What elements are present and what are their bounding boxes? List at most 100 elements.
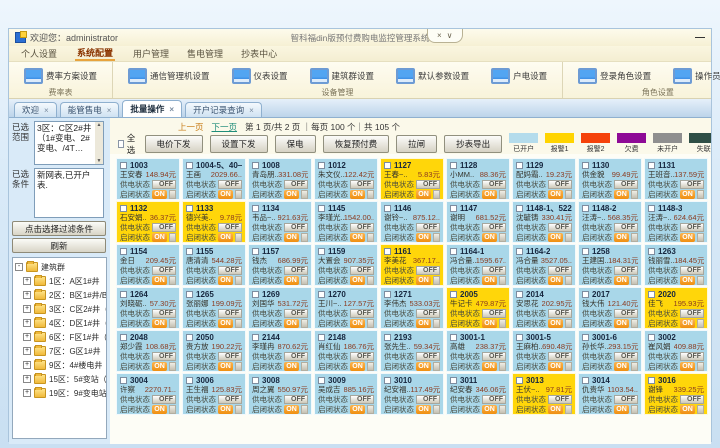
supply-status-value[interactable]: OFF [218, 180, 242, 189]
meter-card-3008[interactable]: 3008 周之翼 550.97元 供电状态 OFF 启闭状态 ON [248, 373, 312, 415]
card-checkbox[interactable] [450, 248, 457, 255]
action-button-6[interactable]: 抄表导出 [444, 135, 502, 153]
meter-card-3001-6[interactable]: 3001-6 孙长华.. 293.15元 供电状态 OFF 启闭状态 ON [578, 330, 642, 372]
meter-card-3004[interactable]: 3004 许察 2270.71.. 供电状态 OFF 启闭状态 ON [116, 373, 180, 415]
switch-status-on-badge[interactable]: ON [152, 233, 167, 242]
supply-status-value[interactable]: OFF [614, 395, 638, 404]
card-checkbox[interactable] [384, 377, 391, 384]
meter-card-1134[interactable]: 1134 韦品~.. 921.63元 供电状态 OFF 启闭状态 ON [248, 201, 312, 243]
switch-status-on-badge[interactable]: ON [152, 276, 167, 285]
switch-status-on-badge[interactable]: ON [284, 276, 299, 285]
tree-item-7[interactable]: +9区：4#楼电井（4#楼… [13, 358, 106, 372]
meter-card-3013[interactable]: 3013 王伏~.. 97.81元 供电状态 OFF 启闭状态 ON [512, 373, 576, 415]
card-checkbox[interactable] [120, 377, 127, 384]
card-checkbox[interactable] [450, 205, 457, 212]
card-checkbox[interactable] [186, 377, 193, 384]
tree-item-1[interactable]: +1区：A区1#井 [13, 274, 106, 288]
meter-card-1271[interactable]: 1271 李伟杰 533.03元 供电状态 OFF 启闭状态 ON [380, 287, 444, 329]
switch-status-on-badge[interactable]: ON [350, 276, 365, 285]
switch-status-on-badge[interactable]: ON [614, 405, 629, 414]
supply-status-value[interactable]: OFF [680, 395, 704, 404]
card-checkbox[interactable] [648, 205, 655, 212]
meter-card-1148-3[interactable]: 1148-3 汪涛~.. 624.64元 供电状态 OFF 启闭状态 ON [644, 201, 708, 243]
meter-card-3010[interactable]: 3010 纪安福.. 117.49元 供电状态 OFF 启闭状态 ON [380, 373, 444, 415]
switch-status-on-badge[interactable]: ON [614, 362, 629, 371]
switch-status-on-badge[interactable]: ON [350, 190, 365, 199]
meter-card-2014[interactable]: 2014 安思花 202.95元 供电状态 OFF 启闭状态 ON [512, 287, 576, 329]
meter-card-1148-2[interactable]: 1148-2 汪涛~.. 568.35元 供电状态 OFF 启闭状态 ON [578, 201, 642, 243]
card-checkbox[interactable] [120, 248, 127, 255]
choose-filter-button[interactable]: 点击选择过滤条件 [12, 221, 106, 236]
card-checkbox[interactable] [252, 334, 259, 341]
meter-card-1130[interactable]: 1130 供金貌 99.49元 供电状态 OFF 启闭状态 ON [578, 158, 642, 200]
meter-card-2005[interactable]: 2005 牛记卡 479.87元 供电状态 OFF 启闭状态 ON [446, 287, 510, 329]
supply-status-value[interactable]: OFF [680, 180, 704, 189]
card-checkbox[interactable] [450, 377, 457, 384]
switch-status-on-badge[interactable]: ON [614, 276, 629, 285]
card-checkbox[interactable] [450, 291, 457, 298]
supply-status-value[interactable]: OFF [350, 395, 374, 404]
card-checkbox[interactable] [648, 162, 655, 169]
supply-status-value[interactable]: OFF [482, 223, 506, 232]
card-checkbox[interactable] [384, 334, 391, 341]
card-checkbox[interactable] [582, 248, 589, 255]
card-checkbox[interactable] [384, 248, 391, 255]
card-checkbox[interactable] [648, 248, 655, 255]
supply-status-value[interactable]: OFF [350, 352, 374, 361]
supply-status-value[interactable]: OFF [548, 223, 572, 232]
close-icon[interactable]: × [249, 106, 254, 115]
supply-status-value[interactable]: OFF [680, 266, 704, 275]
expand-node-icon[interactable]: + [23, 389, 31, 397]
switch-status-on-badge[interactable]: ON [218, 362, 233, 371]
supply-status-value[interactable]: OFF [152, 395, 176, 404]
meter-card-3011[interactable]: 3011 纪安春 346.06元 供电状态 OFF 启闭状态 ON [446, 373, 510, 415]
card-checkbox[interactable] [186, 162, 193, 169]
supply-status-value[interactable]: OFF [284, 395, 308, 404]
card-checkbox[interactable] [186, 248, 193, 255]
selected-range-box[interactable]: 3区：C区2#井（1#变电、2#变电、/4T… [34, 121, 104, 165]
supply-status-value[interactable]: OFF [614, 266, 638, 275]
switch-status-on-badge[interactable]: ON [482, 190, 497, 199]
switch-status-on-badge[interactable]: ON [680, 405, 695, 414]
meter-card-3001-5[interactable]: 3001-5 王麻柏.. 690.48元 供电状态 OFF 启闭状态 ON [512, 330, 576, 372]
switch-status-on-badge[interactable]: ON [482, 362, 497, 371]
action-button-1[interactable]: 电价下发 [145, 135, 203, 153]
doc-tab-4[interactable]: 开户记录查询× [185, 102, 262, 117]
meter-card-2193[interactable]: 2193 张先生.. 59.34元 供电状态 OFF 启闭状态 ON [380, 330, 444, 372]
card-checkbox[interactable] [582, 291, 589, 298]
ribbon-tab-4[interactable]: 售电管理 [187, 47, 223, 60]
switch-status-on-badge[interactable]: ON [548, 362, 563, 371]
ribbon-button-2-1[interactable]: 通信管理机设置 [122, 67, 216, 85]
select-all-wrap[interactable]: 全选 [118, 132, 138, 156]
meter-card-1164-1[interactable]: 1164-1 冯合量.. 1595.67.. 供电状态 OFF 启闭状态 ON [446, 244, 510, 286]
expand-node-icon[interactable]: + [23, 347, 31, 355]
action-button-5[interactable]: 拉闸 [396, 135, 437, 153]
meter-card-1154[interactable]: 1154 金日 209.45元 供电状态 OFF 启闭状态 ON [116, 244, 180, 286]
switch-status-on-badge[interactable]: ON [152, 190, 167, 199]
switch-status-on-badge[interactable]: ON [284, 233, 299, 242]
meter-card-3016[interactable]: 3016 谢锋 339.25元 供电状态 OFF 启闭状态 ON [644, 373, 708, 415]
card-checkbox[interactable] [318, 162, 325, 169]
card-checkbox[interactable] [648, 334, 655, 341]
card-checkbox[interactable] [252, 248, 259, 255]
switch-status-on-badge[interactable]: ON [416, 362, 431, 371]
meter-card-1264[interactable]: 1264 刘晓砺.. 57.30元 供电状态 OFF 启闭状态 ON [116, 287, 180, 329]
meter-card-1012[interactable]: 1012 朱文仪.. 122.42元 供电状态 OFF 启闭状态 ON [314, 158, 378, 200]
switch-status-on-badge[interactable]: ON [680, 362, 695, 371]
expand-node-icon[interactable]: + [23, 361, 31, 369]
ribbon-tab-5[interactable]: 抄表中心 [241, 47, 277, 60]
tree-item-5[interactable]: +6区：F区1#井（F区1#… [13, 330, 106, 344]
supply-status-value[interactable]: OFF [548, 180, 572, 189]
card-checkbox[interactable] [120, 162, 127, 169]
supply-status-value[interactable]: OFF [416, 266, 440, 275]
supply-status-value[interactable]: OFF [218, 352, 242, 361]
meter-card-1148-1、522[interactable]: 1148-1、522 沈毓铸 330.41元 供电状态 OFF 启闭状态 ON [512, 201, 576, 243]
close-icon[interactable]: × [169, 105, 174, 114]
supply-status-value[interactable]: OFF [152, 352, 176, 361]
card-checkbox[interactable] [582, 162, 589, 169]
meter-card-3002[interactable]: 3002 崔风娟 409.88元 供电状态 OFF 启闭状态 ON [644, 330, 708, 372]
switch-status-on-badge[interactable]: ON [416, 276, 431, 285]
card-checkbox[interactable] [186, 334, 193, 341]
switch-status-on-badge[interactable]: ON [152, 405, 167, 414]
card-checkbox[interactable] [252, 377, 259, 384]
